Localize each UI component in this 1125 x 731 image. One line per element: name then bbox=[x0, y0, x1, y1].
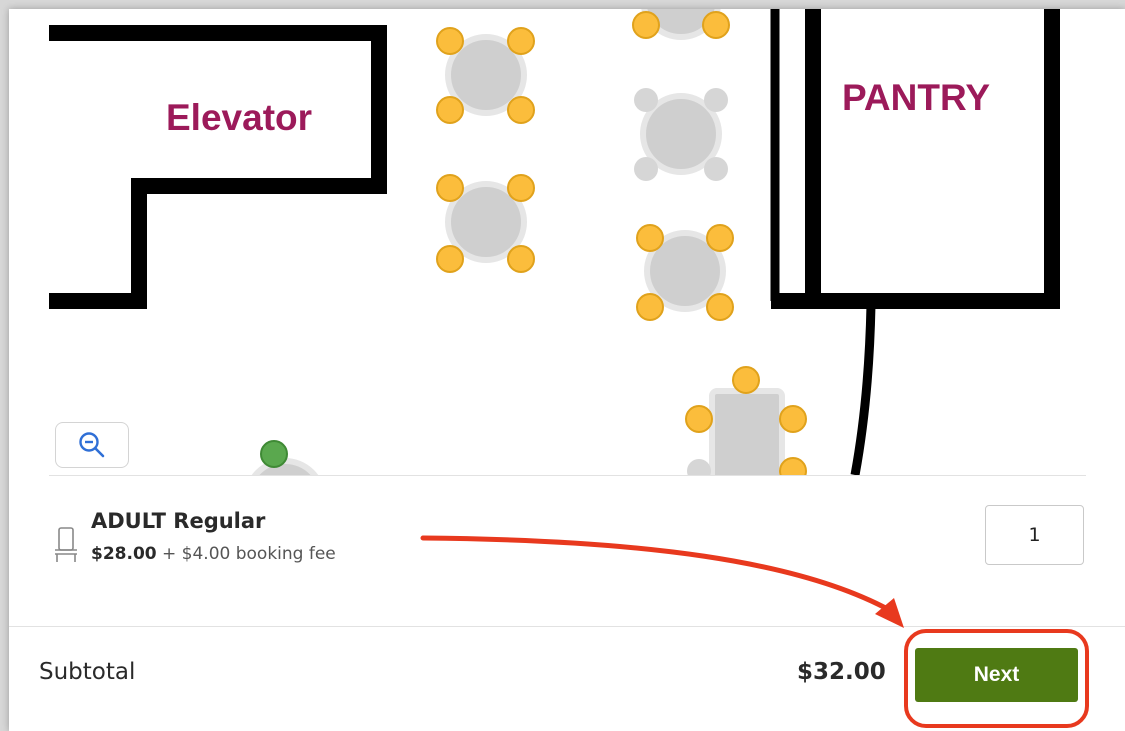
curved-wall bbox=[850, 304, 876, 475]
ticket-fee: + $4.00 booking fee bbox=[162, 544, 336, 564]
seat bbox=[685, 405, 713, 433]
booking-panel: Elevator PANTRY ADULT Regular $28.00 + $… bbox=[9, 9, 1125, 731]
seat bbox=[436, 245, 464, 273]
ticket-name: ADULT Regular bbox=[91, 509, 266, 533]
seat-unavailable bbox=[634, 157, 658, 181]
table-5 bbox=[636, 224, 734, 321]
seat bbox=[779, 405, 807, 433]
seat-unavailable bbox=[687, 459, 711, 475]
table-2 bbox=[436, 174, 535, 273]
seat bbox=[732, 366, 760, 394]
seat bbox=[706, 293, 734, 321]
seat bbox=[436, 174, 464, 202]
subtotal-value: $32.00 bbox=[797, 659, 886, 685]
zoom-out-button[interactable] bbox=[55, 422, 129, 468]
seat bbox=[507, 27, 535, 55]
seat-unavailable bbox=[704, 157, 728, 181]
table-3 bbox=[632, 9, 730, 40]
table-6 bbox=[685, 366, 807, 475]
table-1 bbox=[436, 27, 535, 124]
table-7 bbox=[251, 440, 319, 475]
seat bbox=[436, 96, 464, 124]
seat bbox=[636, 224, 664, 252]
ticket-row: ADULT Regular $28.00 + $4.00 booking fee bbox=[49, 476, 1086, 626]
zoom-out-icon bbox=[79, 432, 105, 458]
seat bbox=[636, 293, 664, 321]
ticket-price-value: $28.00 bbox=[91, 544, 157, 564]
seat bbox=[779, 457, 807, 475]
seat bbox=[507, 96, 535, 124]
seat-unavailable bbox=[704, 88, 728, 112]
ticket-price: $28.00 + $4.00 booking fee bbox=[91, 544, 336, 564]
elevator-wall bbox=[49, 25, 387, 309]
elevator-label: Elevator bbox=[166, 97, 313, 138]
seat bbox=[702, 11, 730, 39]
seat-map[interactable]: Elevator PANTRY bbox=[49, 9, 1086, 475]
next-button[interactable]: Next bbox=[915, 648, 1078, 702]
pantry-label: PANTRY bbox=[842, 77, 990, 118]
table-4 bbox=[634, 88, 728, 181]
seat bbox=[706, 224, 734, 252]
footer-divider bbox=[9, 626, 1125, 627]
seat bbox=[632, 11, 660, 39]
seat-unavailable bbox=[634, 88, 658, 112]
seat bbox=[507, 245, 535, 273]
chair-icon bbox=[55, 527, 77, 562]
subtotal-label: Subtotal bbox=[39, 659, 136, 685]
seat bbox=[507, 174, 535, 202]
seat-selected bbox=[260, 440, 288, 468]
quantity-input[interactable] bbox=[985, 505, 1084, 565]
seat bbox=[436, 27, 464, 55]
